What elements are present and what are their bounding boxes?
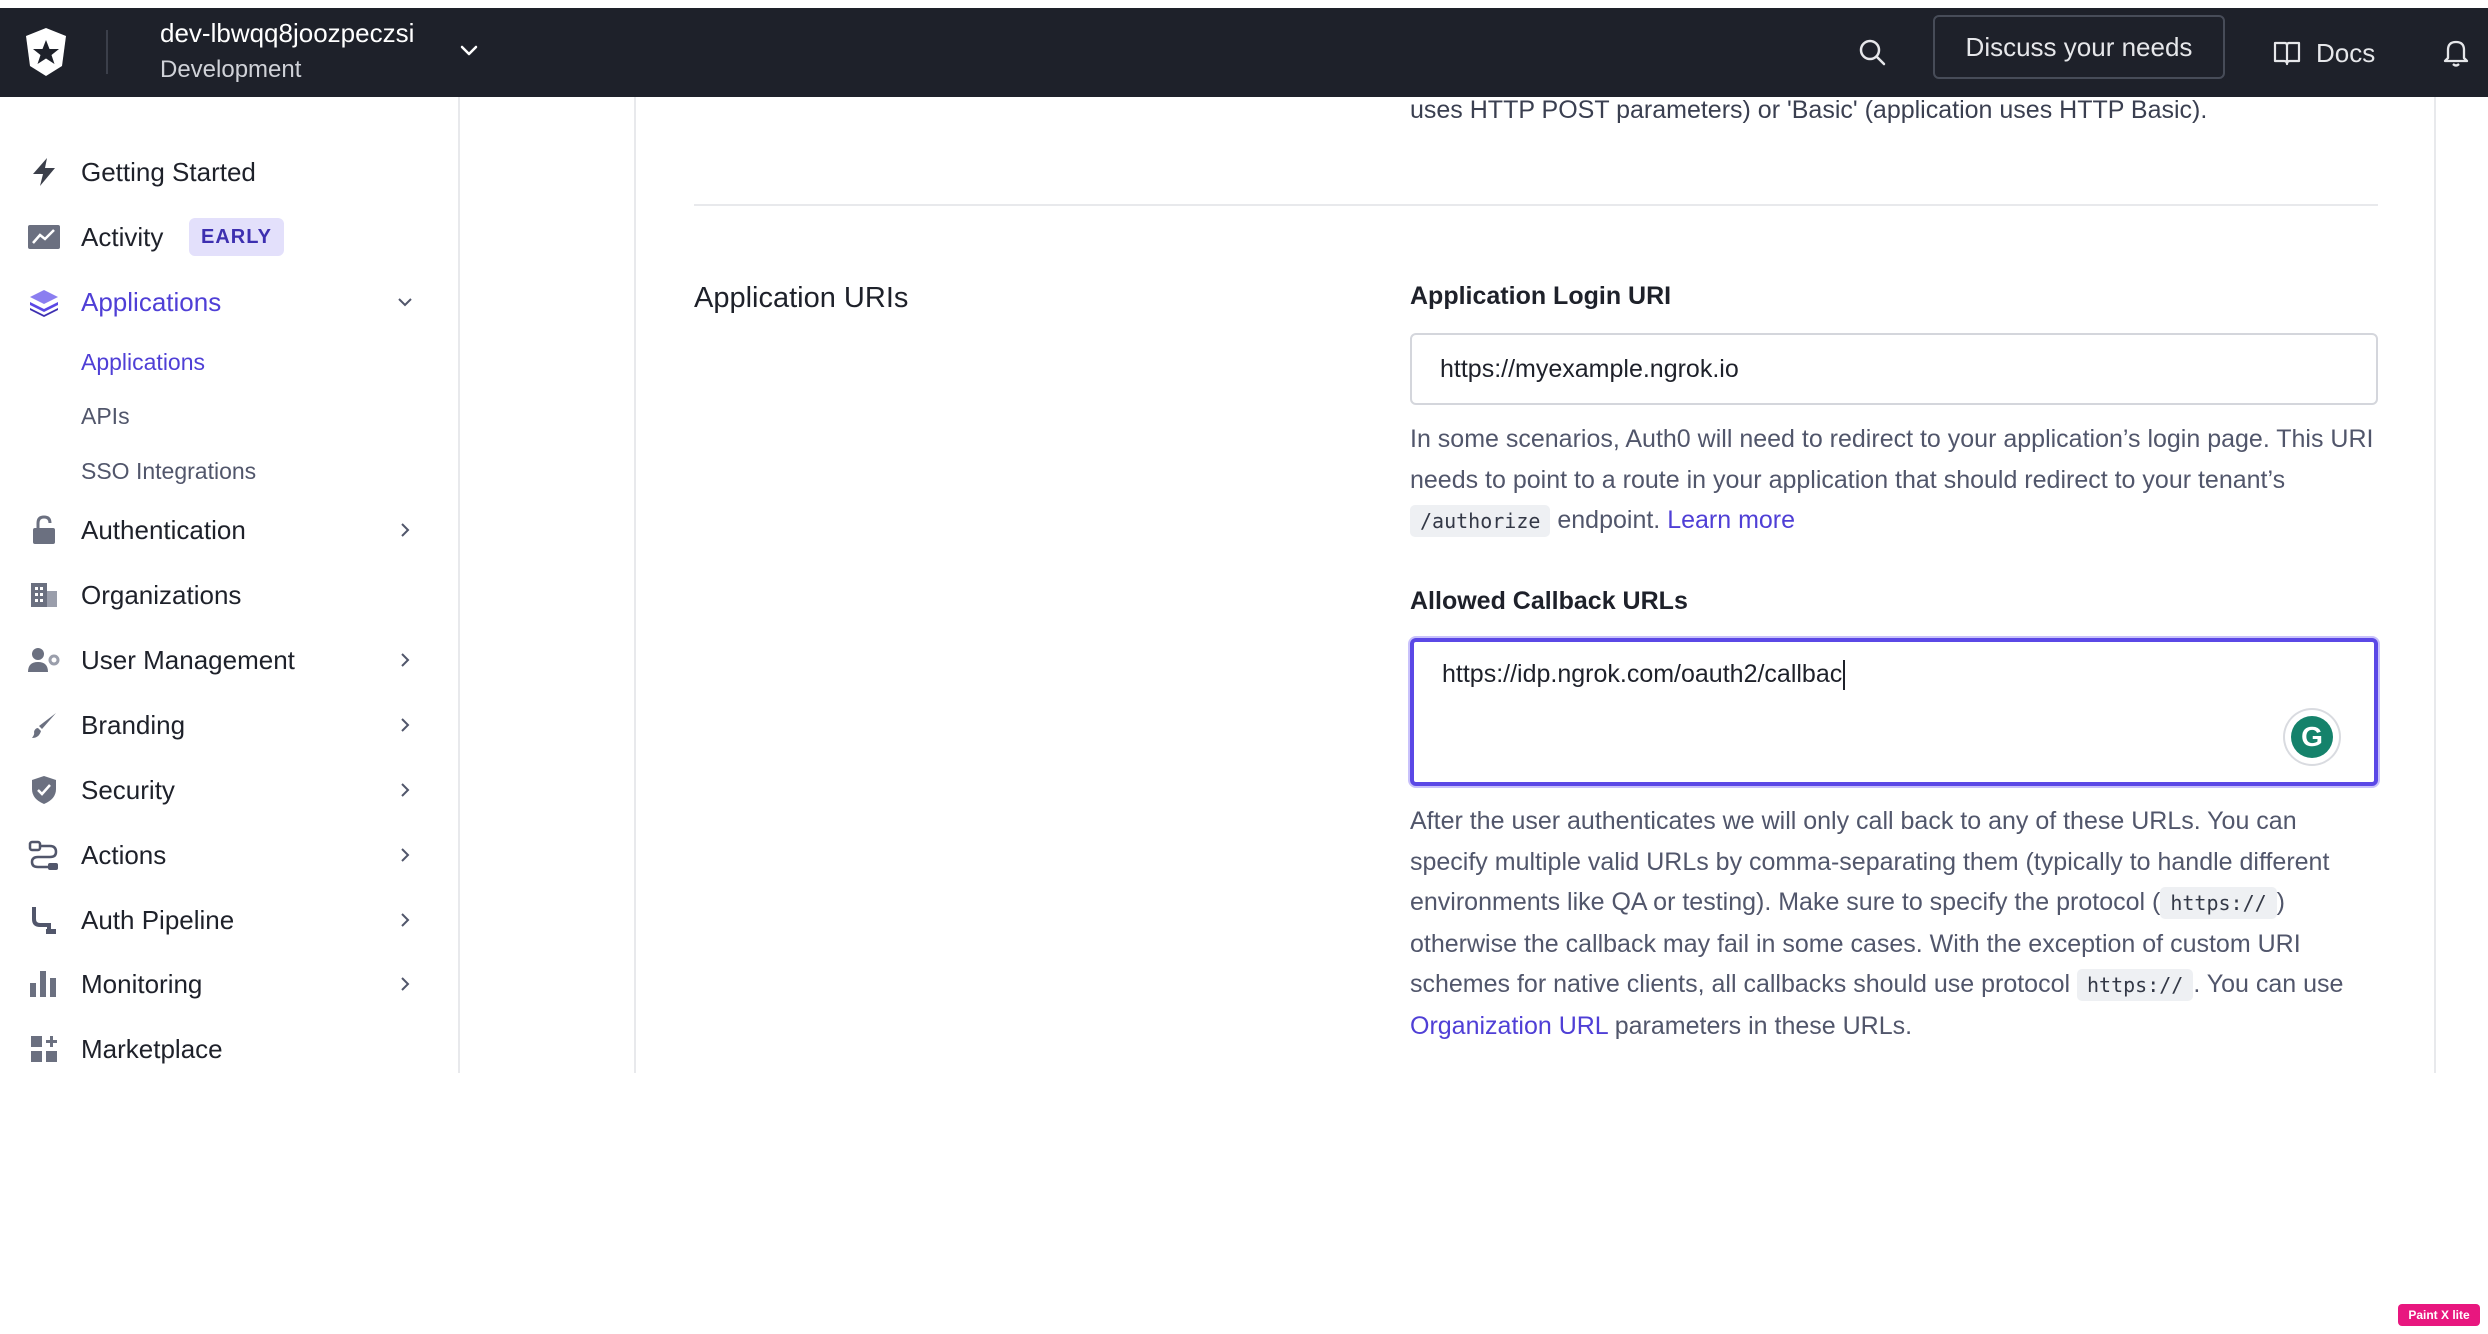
bell-icon[interactable] [2440, 36, 2472, 68]
chevron-right-icon [401, 718, 410, 732]
authorize-code: /authorize [1410, 505, 1551, 537]
login-uri-input[interactable]: https://myexample.ngrok.io [1410, 333, 2378, 405]
book-icon [2273, 41, 2301, 66]
sidebar-subitem-apis[interactable]: APIs [81, 403, 130, 430]
docs-label: Docs [2316, 37, 2376, 68]
actions-flow-icon [26, 837, 62, 873]
search-icon[interactable] [1856, 36, 1888, 68]
sidebar-item-label: Activity [81, 221, 164, 252]
sidebar-item-label: Monitoring [81, 968, 203, 999]
sidebar-item-actions[interactable]: Actions [0, 827, 458, 883]
chevron-right-icon [401, 977, 410, 991]
https-code: https:// [2160, 887, 2277, 919]
early-badge: EARLY [189, 218, 284, 256]
content-border-left [634, 97, 636, 1073]
text-caret [1843, 660, 1846, 691]
organization-url-link[interactable]: Organization URL [1410, 1012, 1608, 1040]
https-code: https:// [2077, 969, 2194, 1001]
login-uri-help: In some scenarios, Auth0 will need to re… [1410, 419, 2378, 542]
docs-link[interactable]: Docs [2272, 28, 2375, 78]
chevron-right-icon [401, 783, 410, 797]
sidebar-item-label: Auth Pipeline [81, 904, 235, 935]
building-icon [26, 577, 62, 613]
sidebar-item-label: User Management [81, 644, 295, 675]
marketplace-grid-icon [26, 1031, 62, 1067]
sidebar-item-label: Getting Started [81, 156, 256, 187]
sidebar-item-organizations[interactable]: Organizations [0, 567, 458, 623]
sidebar-item-label: Organizations [81, 579, 242, 610]
sidebar-item-monitoring[interactable]: Monitoring [0, 956, 458, 1012]
brush-icon [26, 707, 62, 743]
content-border-right [2434, 97, 2436, 1073]
sidebar-item-authentication[interactable]: Authentication [0, 502, 458, 558]
callback-urls-value: https://idp.ngrok.com/oauth2/callbac [1442, 660, 1843, 688]
callback-urls-label: Allowed Callback URLs [1410, 587, 1688, 615]
learn-more-link[interactable]: Learn more [1667, 506, 1795, 534]
grammarly-icon[interactable]: G [2285, 710, 2339, 764]
section-divider [694, 204, 2378, 206]
discuss-needs-button[interactable]: Discuss your needs [1933, 15, 2225, 79]
tenant-name[interactable]: dev-lbwqq8joozpeczsi [160, 18, 414, 49]
help-text: parameters in these URLs. [1607, 1011, 1913, 1040]
help-text: In some scenarios, Auth0 will need to re… [1410, 425, 2374, 494]
section-title-application-uris: Application URIs [694, 282, 909, 314]
lightning-icon [26, 154, 62, 190]
sidebar-item-activity[interactable]: Activity EARLY [0, 209, 458, 265]
sidebar-item-security[interactable]: Security [0, 762, 458, 818]
tenant-environment[interactable]: Development [160, 56, 301, 84]
sidebar-item-getting-started[interactable]: Getting Started [0, 144, 458, 200]
help-text: endpoint. [1550, 506, 1668, 534]
chevron-right-icon [401, 848, 410, 862]
sidebar: Getting Started Activity EARLY Applicati… [0, 97, 460, 1073]
pipeline-icon [26, 902, 62, 938]
callback-urls-help: After the user authenticates we will onl… [1410, 801, 2378, 1046]
sidebar-item-label: Actions [81, 839, 167, 870]
top-bar: dev-lbwqq8joozpeczsi Development Discuss… [0, 8, 2488, 97]
chevron-right-icon [401, 523, 410, 537]
shield-icon [26, 772, 62, 808]
login-uri-label: Application Login URI [1410, 282, 1672, 310]
help-text: . You can use [2193, 970, 2344, 998]
paint-x-lite-watermark: Paint X lite [2398, 1304, 2480, 1326]
chevron-down-icon[interactable] [456, 38, 482, 64]
callback-urls-textarea[interactable]: https://idp.ngrok.com/oauth2/callbac [1410, 638, 2378, 786]
sidebar-item-branding[interactable]: Branding [0, 697, 458, 753]
auth0-logo-icon[interactable] [22, 26, 70, 78]
sidebar-item-label: Applications [81, 286, 222, 317]
activity-chart-icon [26, 219, 62, 255]
sidebar-item-label: Marketplace [81, 1033, 223, 1064]
sidebar-item-applications[interactable]: Applications [0, 274, 458, 330]
sidebar-item-marketplace[interactable]: Marketplace [0, 1021, 458, 1077]
sidebar-item-label: Branding [81, 709, 186, 740]
lock-icon [26, 512, 62, 548]
sidebar-subitem-sso-integrations[interactable]: SSO Integrations [81, 458, 256, 485]
users-gear-icon [26, 642, 62, 678]
previous-field-help-text: uses HTTP POST parameters) or 'Basic' (a… [1410, 96, 2208, 124]
chevron-right-icon [401, 653, 410, 667]
chevron-down-icon [398, 298, 412, 307]
sidebar-subitem-applications[interactable]: Applications [81, 349, 205, 376]
topbar-divider [106, 30, 108, 74]
sidebar-item-label: Security [81, 774, 175, 805]
bar-chart-icon [26, 966, 62, 1002]
layers-icon [26, 284, 62, 320]
sidebar-item-label: Authentication [81, 514, 246, 545]
sidebar-item-auth-pipeline[interactable]: Auth Pipeline [0, 892, 458, 948]
sidebar-item-user-management[interactable]: User Management [0, 632, 458, 688]
grammarly-letter: G [2291, 716, 2333, 758]
chevron-right-icon [401, 913, 410, 927]
